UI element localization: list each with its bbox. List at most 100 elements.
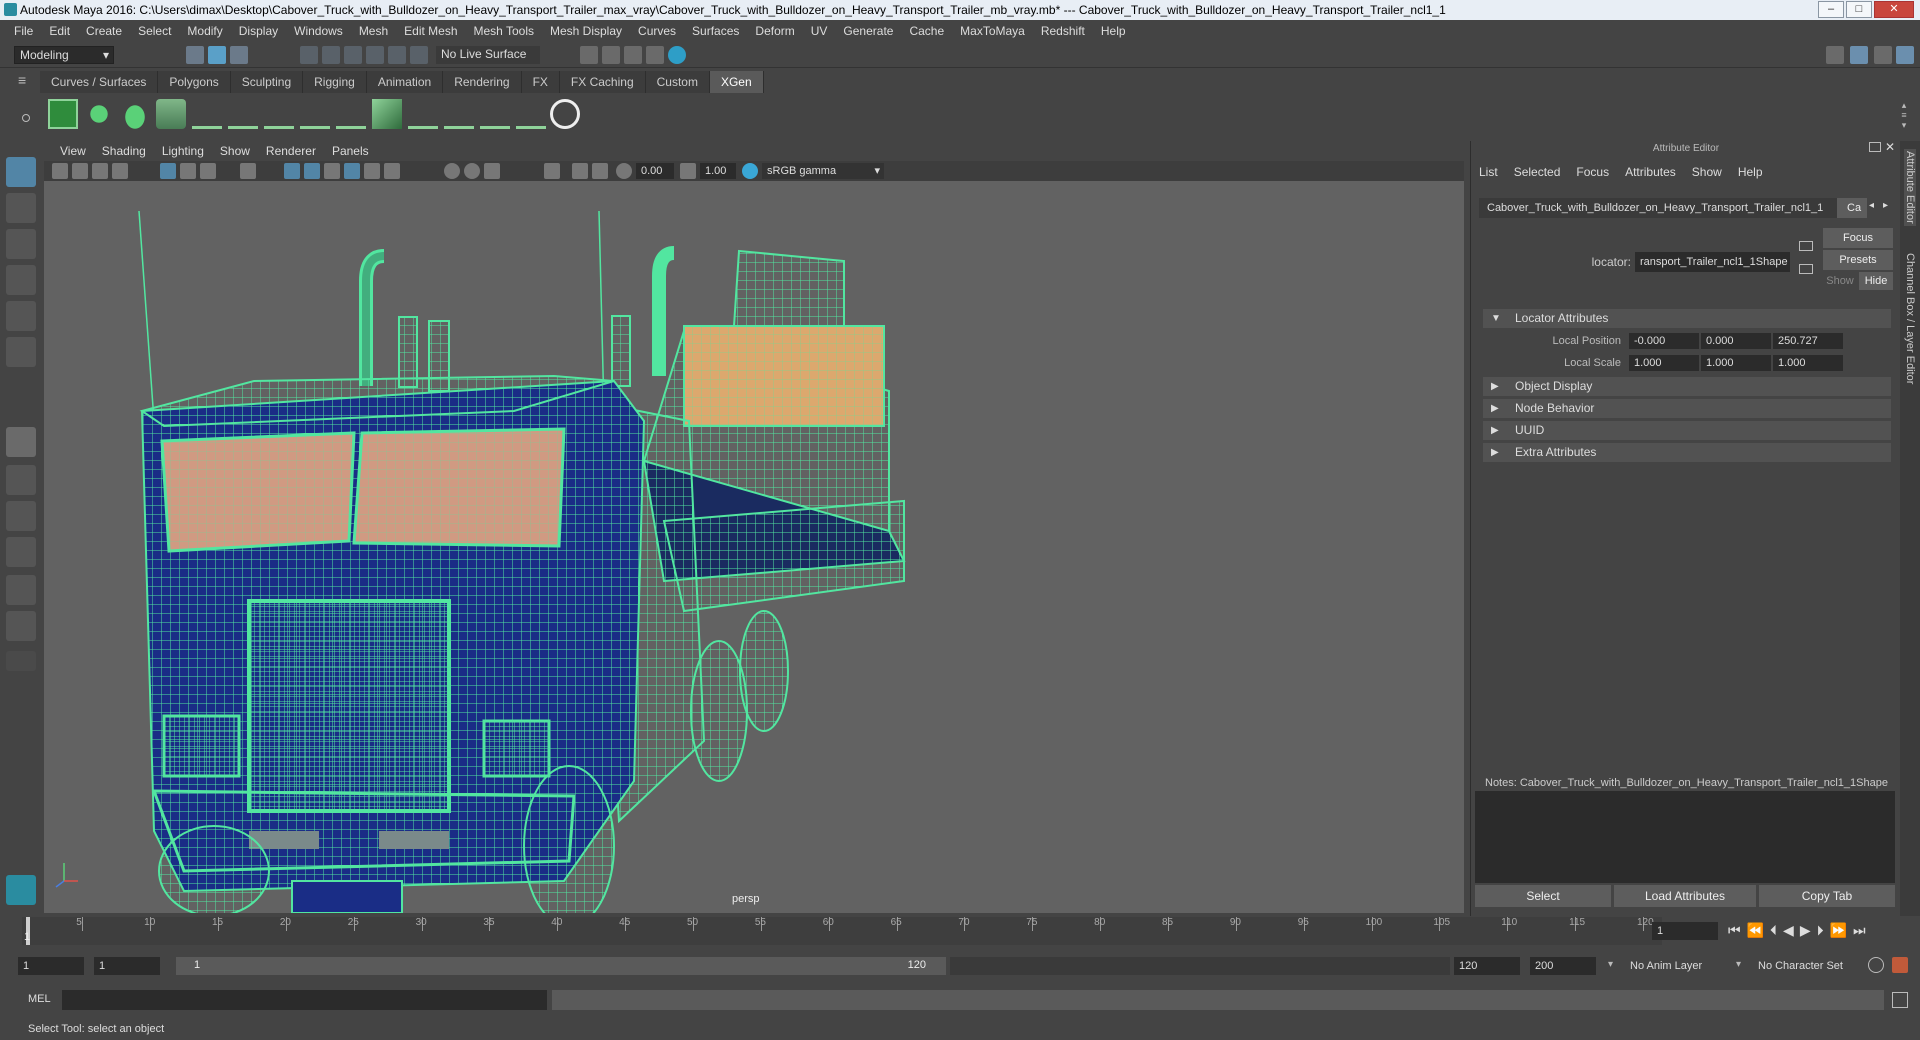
step-forward-key-icon[interactable]: ⏩: [1830, 922, 1847, 939]
shelf-tab-curves-surfaces[interactable]: Curves / Surfaces: [40, 71, 159, 93]
animation-preferences-icon[interactable]: [1892, 957, 1908, 973]
menu-select[interactable]: Select: [130, 24, 179, 38]
chevron-down-icon[interactable]: ▾: [1608, 959, 1613, 970]
select-button[interactable]: Select: [1475, 885, 1611, 907]
isolate-select-icon[interactable]: [544, 163, 560, 179]
local-scale-z[interactable]: 1.000: [1773, 355, 1843, 371]
shelf-tab-rendering[interactable]: Rendering: [443, 71, 522, 93]
menu-maxtomaya[interactable]: MaxToMaya: [952, 24, 1033, 38]
menu-modify[interactable]: Modify: [179, 24, 230, 38]
menu-help[interactable]: Help: [1093, 24, 1134, 38]
xgen-remove-icon[interactable]: [516, 99, 546, 129]
ae-menu-list[interactable]: List: [1471, 165, 1506, 179]
xray-icon[interactable]: [572, 163, 588, 179]
shelf-tab-custom[interactable]: Custom: [645, 71, 710, 93]
perspective-viewport[interactable]: persp: [44, 181, 1464, 913]
menu-deform[interactable]: Deform: [747, 24, 802, 38]
show-button[interactable]: Show: [1823, 275, 1857, 287]
exposure-icon[interactable]: [616, 163, 632, 179]
wireframe-icon[interactable]: [284, 163, 300, 179]
menu-redshift[interactable]: Redshift: [1033, 24, 1093, 38]
anim-layer-dropdown[interactable]: No Anim Layer: [1626, 957, 1736, 975]
select-by-component-icon[interactable]: [230, 46, 248, 64]
xgen-cut-icon[interactable]: [480, 99, 510, 129]
viewport-menu-view[interactable]: View: [52, 144, 94, 158]
ae-menu-help[interactable]: Help: [1730, 165, 1771, 179]
viewport-menu-renderer[interactable]: Renderer: [258, 144, 324, 158]
local-scale-x[interactable]: 1.000: [1629, 355, 1699, 371]
load-attributes-button[interactable]: Load Attributes: [1614, 885, 1756, 907]
minimize-button[interactable]: –: [1818, 1, 1844, 18]
xgen-add-guide-icon[interactable]: [192, 99, 222, 129]
play-backward-icon[interactable]: ◀: [1783, 922, 1794, 939]
channel-box-side-tab[interactable]: Channel Box / Layer Editor: [1904, 253, 1916, 384]
node-name-field[interactable]: ransport_Trailer_ncl1_1Shape: [1635, 252, 1790, 272]
animation-end-field[interactable]: 200: [1530, 957, 1596, 975]
toolbox-more-icon[interactable]: [6, 651, 36, 671]
select-tool-icon[interactable]: [6, 157, 36, 187]
color-management-icon[interactable]: [742, 163, 758, 179]
snap-grid-icon[interactable]: [300, 46, 318, 64]
snap-live-icon[interactable]: [388, 46, 406, 64]
bookmark-icon[interactable]: [92, 163, 108, 179]
render-settings-icon[interactable]: [646, 46, 664, 64]
script-editor-icon[interactable]: [1892, 992, 1908, 1008]
presets-button[interactable]: Presets: [1823, 250, 1893, 270]
shelf-settings-icon[interactable]: [22, 114, 30, 122]
go-to-end-icon[interactable]: ⏭: [1853, 922, 1866, 939]
xgen-lock-guide-icon[interactable]: [300, 99, 330, 129]
xgen-sculpt-guide-icon[interactable]: [228, 99, 258, 129]
xgen-import-icon[interactable]: [120, 99, 150, 129]
xgen-rebuild-guide-icon[interactable]: [264, 99, 294, 129]
playback-start-field[interactable]: 1: [94, 957, 160, 975]
current-frame-field[interactable]: 1: [1652, 922, 1718, 940]
menu-file[interactable]: File: [6, 24, 41, 38]
gamma-field[interactable]: 1.00: [700, 163, 736, 179]
exposure-field[interactable]: 0.00: [636, 163, 674, 179]
hide-button[interactable]: Hide: [1859, 272, 1893, 290]
local-scale-y[interactable]: 1.000: [1701, 355, 1771, 371]
maximize-button[interactable]: □: [1846, 1, 1872, 18]
focus-button[interactable]: Focus: [1823, 228, 1893, 248]
wireframe-on-shaded-icon[interactable]: [324, 163, 340, 179]
go-to-start-icon[interactable]: ⏮: [1728, 922, 1741, 939]
xray-joints-icon[interactable]: [592, 163, 608, 179]
close-button[interactable]: ✕: [1874, 1, 1914, 18]
single-perspective-layout-icon[interactable]: [6, 427, 36, 457]
gamma-icon[interactable]: [680, 163, 696, 179]
shelf-tab-xgen[interactable]: XGen: [709, 71, 764, 93]
rotate-tool-icon[interactable]: [6, 301, 36, 331]
color-space-dropdown[interactable]: sRGB gamma ▾: [762, 163, 884, 179]
image-plane-icon[interactable]: [112, 163, 128, 179]
snap-view-plane-icon[interactable]: [366, 46, 384, 64]
section-uuid[interactable]: ▶ UUID: [1483, 421, 1891, 440]
toggle-modeling-toolkit-icon[interactable]: [1826, 46, 1844, 64]
camera-select-icon[interactable]: [52, 163, 68, 179]
playback-end-field[interactable]: 120: [1454, 957, 1520, 975]
play-forward-icon[interactable]: ▶: [1800, 922, 1811, 939]
menu-edit-mesh[interactable]: Edit Mesh: [396, 24, 465, 38]
shelf-tab-fx-caching[interactable]: FX Caching: [559, 71, 646, 93]
camera-attributes-icon[interactable]: [72, 163, 88, 179]
xgen-guide-icon[interactable]: [156, 99, 186, 129]
scale-tool-icon[interactable]: [6, 337, 36, 367]
shadows-icon[interactable]: [384, 163, 400, 179]
viewport-menu-panels[interactable]: Panels: [324, 144, 377, 158]
attribute-editor-side-tab[interactable]: Attribute Editor: [1904, 149, 1916, 226]
menu-mesh-display[interactable]: Mesh Display: [542, 24, 630, 38]
menu-cache[interactable]: Cache: [901, 24, 952, 38]
character-set-dropdown[interactable]: No Character Set: [1754, 957, 1864, 975]
section-node-behavior[interactable]: ▶ Node Behavior: [1483, 399, 1891, 418]
chevron-down-icon[interactable]: ▾: [1736, 959, 1741, 970]
shelf-tab-animation[interactable]: Animation: [366, 71, 444, 93]
tab-scroll-right-icon[interactable]: ▸: [1883, 200, 1888, 211]
ipr-render-icon[interactable]: [624, 46, 642, 64]
motion-blur-icon[interactable]: [464, 163, 480, 179]
safe-action-icon[interactable]: [240, 163, 256, 179]
ae-menu-selected[interactable]: Selected: [1506, 165, 1569, 179]
xgen-create-description-icon[interactable]: [84, 99, 114, 129]
tab-scroll-left-icon[interactable]: ◂: [1869, 200, 1874, 211]
resolution-gate-icon[interactable]: [200, 163, 216, 179]
menu-windows[interactable]: Windows: [286, 24, 351, 38]
viewport-menu-lighting[interactable]: Lighting: [154, 144, 212, 158]
